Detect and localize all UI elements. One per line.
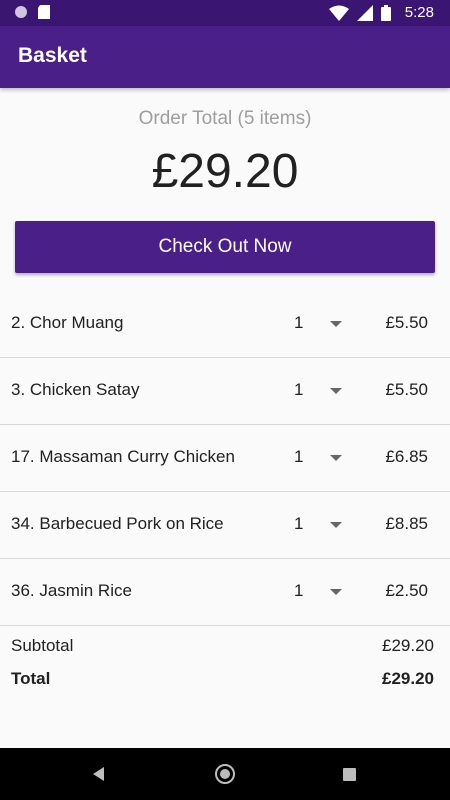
quantity-select[interactable]: 1 [294,380,303,400]
order-total-amount: £29.20 [151,145,299,198]
subtotal-label: Subtotal [11,636,74,655]
dropdown-arrow-icon[interactable] [330,589,342,595]
basket-item: 17. Massaman Curry Chicken 1 £6.85 [0,425,450,492]
item-name: 2. Chor Muang [11,313,124,332]
check-out-button[interactable]: Check Out Now [15,221,435,273]
item-price: £5.50 [385,313,428,332]
battery-icon [380,4,391,21]
dropdown-arrow-icon[interactable] [330,455,342,461]
quantity-select[interactable]: 1 [294,581,303,601]
item-price: £2.50 [385,581,428,600]
subtotal-value: £29.20 [382,636,434,655]
item-name: 17. Massaman Curry Chicken [11,447,235,466]
home-icon[interactable] [215,764,235,784]
app-bar: Basket [0,26,450,88]
item-price: £5.50 [385,380,428,399]
quantity-select[interactable]: 1 [294,313,303,333]
total-label: Total [11,669,51,688]
status-time: 5:28 [404,4,434,21]
subtotal-row: Subtotal £29.20 [0,636,450,664]
status-bar: 5:28 [0,0,450,26]
dropdown-arrow-icon[interactable] [330,522,342,528]
quantity-select[interactable]: 1 [294,514,303,534]
basket-item: 3. Chicken Satay 1 £5.50 [0,358,450,425]
basket-item: 36. Jasmin Rice 1 £2.50 [0,559,450,626]
wifi-icon [328,5,349,21]
dropdown-arrow-icon[interactable] [330,321,342,327]
item-name: 3. Chicken Satay [11,380,140,399]
total-value: £29.20 [382,669,434,688]
item-price: £8.85 [385,514,428,533]
page-title: Basket [18,44,87,67]
quantity-select[interactable]: 1 [294,447,303,467]
total-row: Total £29.20 [0,669,450,697]
basket-item: 2. Chor Muang 1 £5.50 [0,291,450,358]
notification-dot-icon [15,6,27,18]
item-name: 36. Jasmin Rice [11,581,132,600]
navigation-bar [0,748,450,800]
signal-icon [356,4,373,21]
dropdown-arrow-icon[interactable] [330,388,342,394]
basket-item: 34. Barbecued Pork on Rice 1 £8.85 [0,492,450,559]
item-price: £6.85 [385,447,428,466]
back-icon[interactable] [93,767,104,781]
order-total-caption: Order Total (5 items) [138,108,312,129]
item-name: 34. Barbecued Pork on Rice [11,514,224,533]
sd-card-icon [38,5,50,19]
recents-icon[interactable] [343,768,356,781]
